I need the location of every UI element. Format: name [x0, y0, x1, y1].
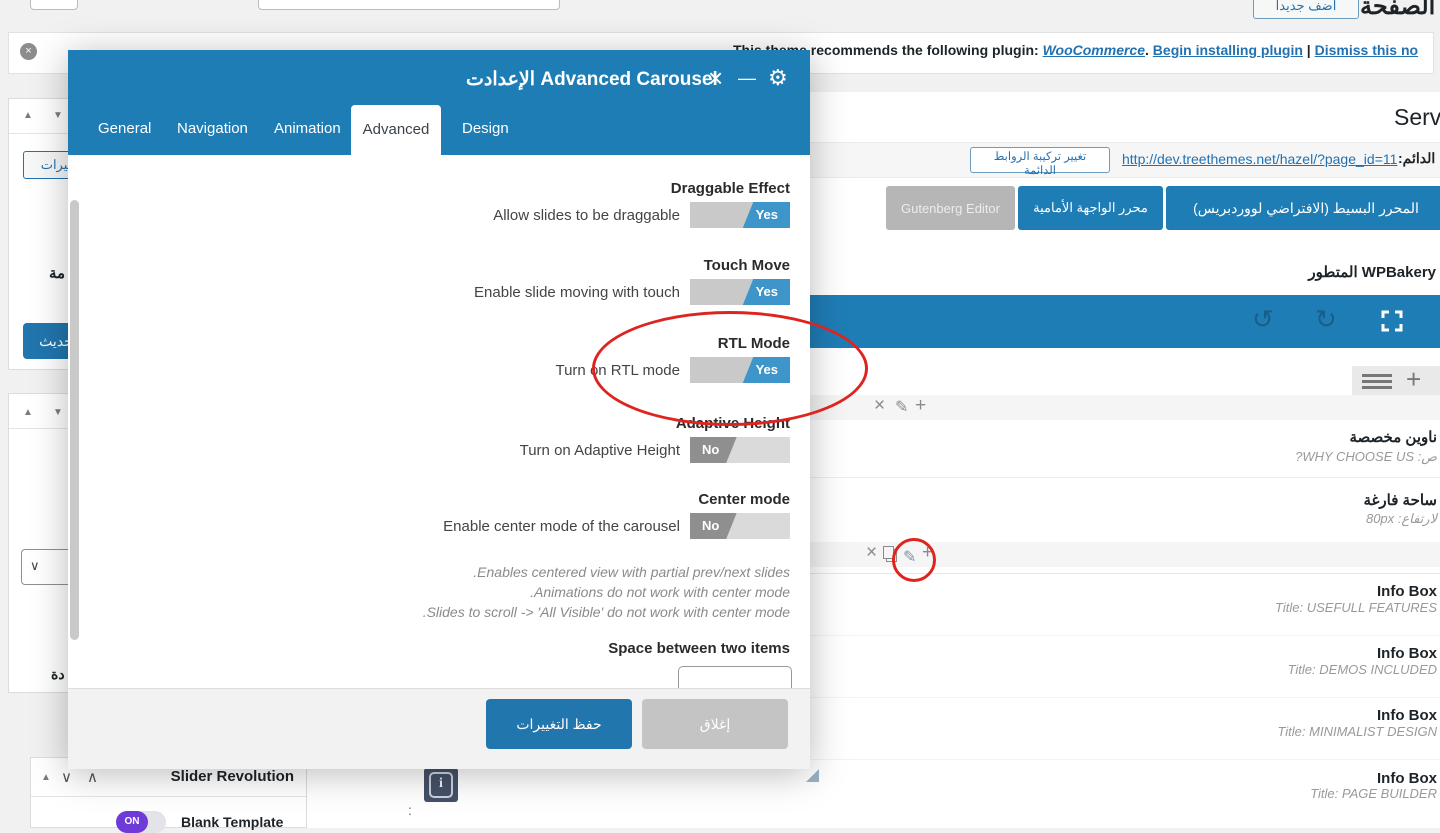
custom-heading-title[interactable]: ناوين مخصصة	[1240, 428, 1437, 446]
edit-icon-highlight-circle	[892, 538, 936, 582]
tab-general[interactable]: General	[98, 120, 151, 137]
page-title: الصفحة	[1360, 0, 1435, 21]
info-box-title[interactable]: Info Box	[1240, 645, 1437, 662]
touch-move-toggle[interactable]: Yes	[690, 279, 790, 305]
on-toggle-label: ON	[116, 811, 148, 833]
info-box-title[interactable]: Info Box	[1240, 770, 1437, 787]
sort-up-icon[interactable]: ▲	[23, 110, 33, 121]
sort-down-icon[interactable]: ▼	[53, 110, 63, 121]
undo-icon[interactable]: ↺	[1252, 306, 1274, 332]
notice-after-plugin: .	[1145, 42, 1153, 58]
hamburger-icon[interactable]	[1362, 366, 1392, 396]
draggable-toggle[interactable]: Yes	[690, 202, 790, 228]
tab-advanced[interactable]: Advanced	[351, 105, 441, 155]
empty-space-title[interactable]: ساحة فارغة	[1240, 491, 1437, 509]
add-element-icon[interactable]: +	[1406, 364, 1421, 395]
center-mode-note: .Animations do not work with center mode	[390, 584, 790, 600]
field-heading: Draggable Effect	[490, 180, 790, 197]
toolbar-cut-button-1[interactable]	[30, 0, 78, 10]
close-button[interactable]: إغلاق	[642, 699, 788, 749]
notice-separator: |	[1303, 42, 1315, 58]
add-new-button[interactable]: أضف جديدا	[1253, 0, 1359, 19]
field-heading: Space between two items	[490, 640, 790, 657]
colon-text: :	[408, 802, 412, 818]
classic-editor-button[interactable]: المحرر البسيط (الافتراضي لووردبريس)	[1166, 186, 1440, 230]
center-mode-note: .Enables centered view with partial prev…	[390, 564, 790, 580]
info-icon-glyph: i	[429, 772, 453, 798]
chevron-down-icon: ∨	[30, 558, 40, 574]
field-label: Enable slide moving with touch	[380, 284, 680, 301]
center-mode-toggle[interactable]: No	[690, 513, 790, 539]
toggle-value: Yes	[756, 207, 778, 222]
fullscreen-icon[interactable]	[1380, 309, 1404, 338]
field-heading: Center mode	[490, 491, 790, 508]
field-label: Turn on Adaptive Height	[380, 442, 680, 459]
document-title: Serv	[1394, 104, 1440, 131]
adaptive-height-toggle[interactable]: No	[690, 437, 790, 463]
redo-icon[interactable]: ↻	[1315, 306, 1337, 332]
frontend-editor-button[interactable]: محرر الواجهة الأمامية	[1018, 186, 1163, 230]
permalink-label: الدائم:	[1398, 150, 1435, 167]
begin-install-link[interactable]: Begin installing plugin	[1153, 42, 1303, 58]
minimize-icon[interactable]: —	[738, 68, 756, 89]
empty-space-subtitle: 80px :لارتفاع	[1240, 511, 1437, 527]
center-mode-note: .Slides to scroll -> 'All Visible' do no…	[390, 604, 790, 620]
on-toggle[interactable]: ON	[116, 811, 166, 833]
rtl-mode-highlight-ellipse	[592, 311, 868, 426]
close-icon[interactable]: ×	[708, 63, 723, 94]
tab-animation[interactable]: Animation	[274, 120, 341, 137]
chevron-down-icon[interactable]: ∨	[61, 768, 72, 786]
toggle-value: No	[702, 442, 719, 457]
info-box-subtitle: Title: PAGE BUILDER	[1240, 786, 1437, 801]
publish-text: مة	[49, 264, 65, 282]
sort-up-icon[interactable]: ▲	[23, 407, 33, 418]
info-box-title[interactable]: Info Box	[1240, 583, 1437, 600]
notice-dismiss-icon[interactable]: ×	[20, 43, 37, 60]
gutenberg-editor-button[interactable]: Gutenberg Editor	[886, 186, 1015, 230]
slider-revolution-title: Slider Revolution	[171, 768, 294, 785]
woocommerce-link[interactable]: WooCommerce	[1043, 42, 1145, 58]
toggle-value: Yes	[756, 284, 778, 299]
dismiss-notice-link[interactable]: Dismiss this no	[1315, 42, 1418, 58]
tab-design[interactable]: Design	[462, 120, 509, 137]
field-heading: Touch Move	[490, 257, 790, 274]
gear-icon[interactable]: ⚙	[768, 65, 788, 91]
custom-heading-subtitle: ?WHY CHOOSE US :ص	[1240, 449, 1437, 465]
attributes-text: دة	[51, 666, 65, 683]
resize-grip-icon[interactable]	[806, 769, 819, 782]
info-box-subtitle: Title: DEMOS INCLUDED	[1240, 662, 1437, 677]
notice-text: This theme recommends the following plug…	[733, 42, 1418, 58]
tab-navigation[interactable]: Navigation	[177, 120, 248, 137]
row1-edit-icon[interactable]: ✎	[895, 400, 908, 416]
row2-delete-icon[interactable]: ×	[866, 545, 877, 561]
info-icon[interactable]: i	[424, 768, 458, 802]
permalink-url[interactable]: http://dev.treethemes.net/hazel/?page_id…	[1122, 151, 1397, 167]
toolbar-cut-button-2[interactable]	[258, 0, 560, 10]
modal-title: الإعدادت Advanced Carousel	[466, 68, 718, 91]
wordpress-admin-page: { "colors":{"accent":"#1f7db6","toggle_y…	[0, 0, 1440, 828]
row1-delete-icon[interactable]: ×	[874, 398, 885, 414]
wpbakery-label: المتطور WPBakery	[1290, 263, 1436, 281]
info-box-subtitle: Title: MINIMALIST DESIGN	[1240, 724, 1437, 739]
toggle-value: No	[702, 518, 719, 533]
field-label: Enable center mode of the carousel	[380, 518, 680, 535]
field-label: Allow slides to be draggable	[380, 207, 680, 224]
save-changes-button[interactable]: حفظ التغييرات	[486, 699, 632, 749]
row1-add-icon[interactable]: +	[915, 398, 926, 414]
info-box-title[interactable]: Info Box	[1240, 707, 1437, 724]
sort-down-icon[interactable]: ▼	[53, 407, 63, 418]
info-box-subtitle: Title: USEFULL FEATURES	[1240, 600, 1437, 615]
modal-scrollbar[interactable]	[70, 200, 79, 640]
change-permalink-button[interactable]: تغيير تركيبة الروابط الدائمة	[970, 147, 1110, 173]
sort-up-icon[interactable]: ▲	[41, 772, 51, 783]
chevron-up-icon[interactable]: ∧	[87, 768, 98, 786]
